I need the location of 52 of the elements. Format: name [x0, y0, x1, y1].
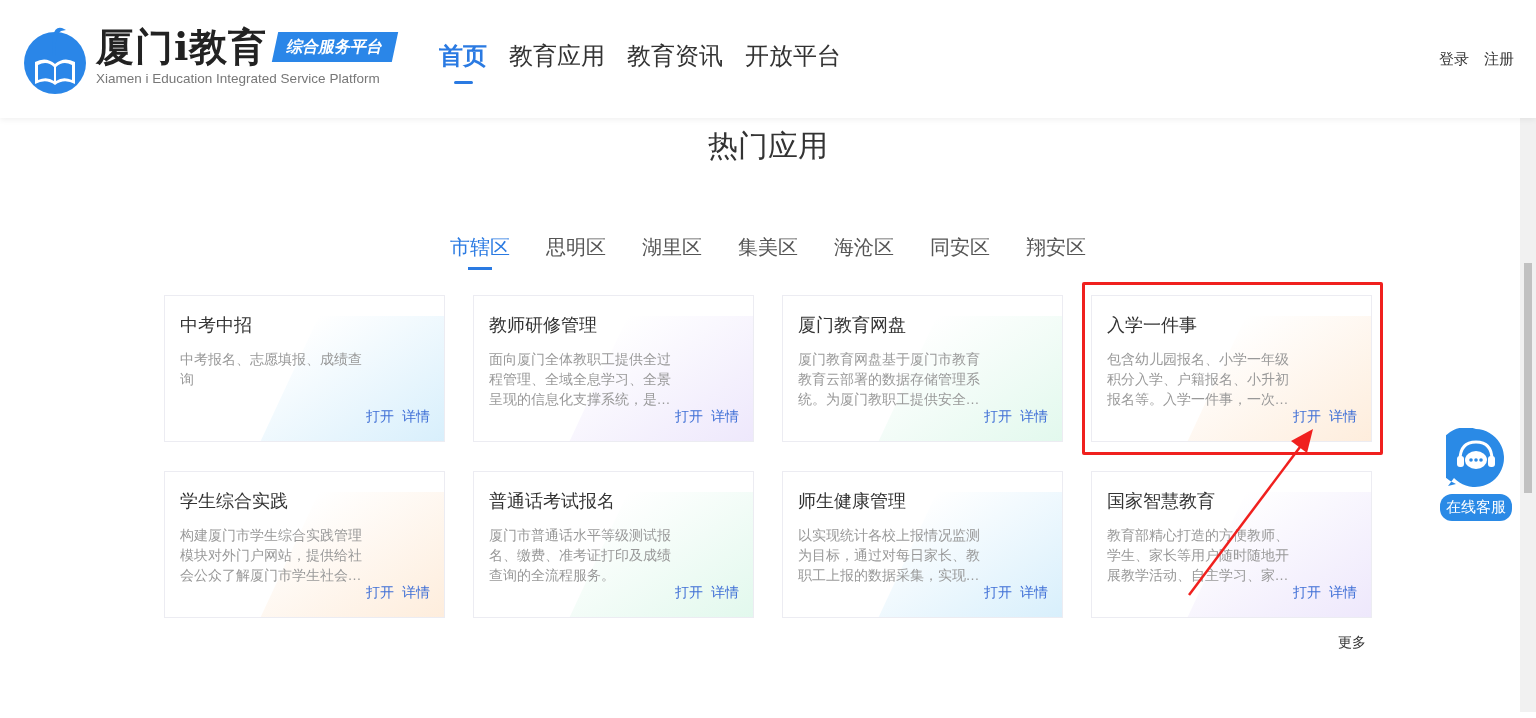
app-description: 厦门教育网盘基于厦门市教育教育云部署的数据存储管理系统。为厦门教职工提供安全…	[797, 350, 981, 409]
app-action-link[interactable]: 打开	[674, 582, 703, 603]
app-title: 普通话考试报名	[488, 490, 616, 513]
app-title: 厦门教育网盘	[797, 314, 907, 337]
app-description: 以实现统计各校上报情况监测为目标，通过对每日家长、教职工上报的数据采集，实现…	[797, 526, 981, 585]
app-action-link[interactable]: 打开	[365, 406, 394, 427]
app-action-link[interactable]: 打开	[1292, 582, 1321, 603]
app-description: 包含幼儿园报名、小学一年级积分入学、户籍报名、小升初报名等。入学一件事，一次…	[1106, 350, 1290, 409]
district-tab[interactable]: 湖里区	[642, 232, 702, 268]
app-action-link[interactable]: 打开	[983, 582, 1012, 603]
app-action-link[interactable]: 详情	[1019, 406, 1048, 427]
account-link[interactable]: 注册	[1484, 47, 1514, 71]
district-tab[interactable]: 海沧区	[834, 232, 894, 268]
nav-link[interactable]: 开放平台	[745, 38, 842, 80]
logo-title: 厦门i教育	[96, 28, 268, 67]
app-action-link[interactable]: 详情	[1328, 406, 1357, 427]
district-tab[interactable]: 集美区	[738, 232, 798, 268]
app-action-link[interactable]: 详情	[1328, 582, 1357, 603]
logo-badge: 综合服务平台	[272, 32, 399, 63]
district-tab[interactable]: 翔安区	[1026, 232, 1086, 268]
app-title: 中考中招	[179, 314, 253, 337]
app-title: 国家智慧教育	[1106, 490, 1216, 513]
app-description: 中考报名、志愿填报、成绩查询	[179, 350, 363, 389]
app-action-link[interactable]: 打开	[983, 406, 1012, 427]
app-description: 面向厦门全体教职工提供全过程管理、全域全息学习、全景呈现的信息化支撑系统，是…	[488, 350, 672, 409]
app-title: 教师研修管理	[488, 314, 598, 337]
app-action-link[interactable]: 详情	[710, 582, 739, 603]
nav-link[interactable]: 教育应用	[509, 38, 606, 80]
chat-headset-icon[interactable]	[1446, 428, 1506, 488]
app-action-link[interactable]: 详情	[710, 406, 739, 427]
online-support-button[interactable]: 在线客服	[1440, 494, 1512, 521]
app-description: 构建厦门市学生综合实践管理模块对外门户网站，提供给社会公众了解厦门市学生社会…	[179, 526, 363, 585]
more-link[interactable]: 更多	[1337, 632, 1366, 653]
account-link[interactable]: 登录	[1439, 47, 1469, 71]
section-title: 热门应用	[707, 128, 829, 164]
app-title: 入学一件事	[1106, 314, 1198, 337]
scrollbar[interactable]	[1520, 118, 1536, 712]
nav-link[interactable]: 教育资讯	[627, 38, 724, 80]
district-tab[interactable]: 思明区	[546, 232, 606, 268]
app-action-link[interactable]: 打开	[365, 582, 394, 603]
app-title: 师生健康管理	[797, 490, 907, 513]
app-title: 学生综合实践	[179, 490, 289, 513]
app-action-link[interactable]: 打开	[1292, 406, 1321, 427]
district-tab[interactable]: 市辖区	[450, 232, 510, 268]
app-action-link[interactable]: 详情	[401, 406, 430, 427]
scrollbar-thumb[interactable]	[1524, 263, 1532, 493]
app-action-link[interactable]: 打开	[674, 406, 703, 427]
app-action-link[interactable]: 详情	[401, 582, 430, 603]
app-action-link[interactable]: 详情	[1019, 582, 1048, 603]
logo-subtitle: Xiamen i Education Integrated Service Platform	[96, 70, 381, 89]
app-description: 厦门市普通话水平等级测试报名、缴费、准考证打印及成绩查询的全流程服务。	[488, 526, 672, 585]
district-tab[interactable]: 同安区	[930, 232, 990, 268]
